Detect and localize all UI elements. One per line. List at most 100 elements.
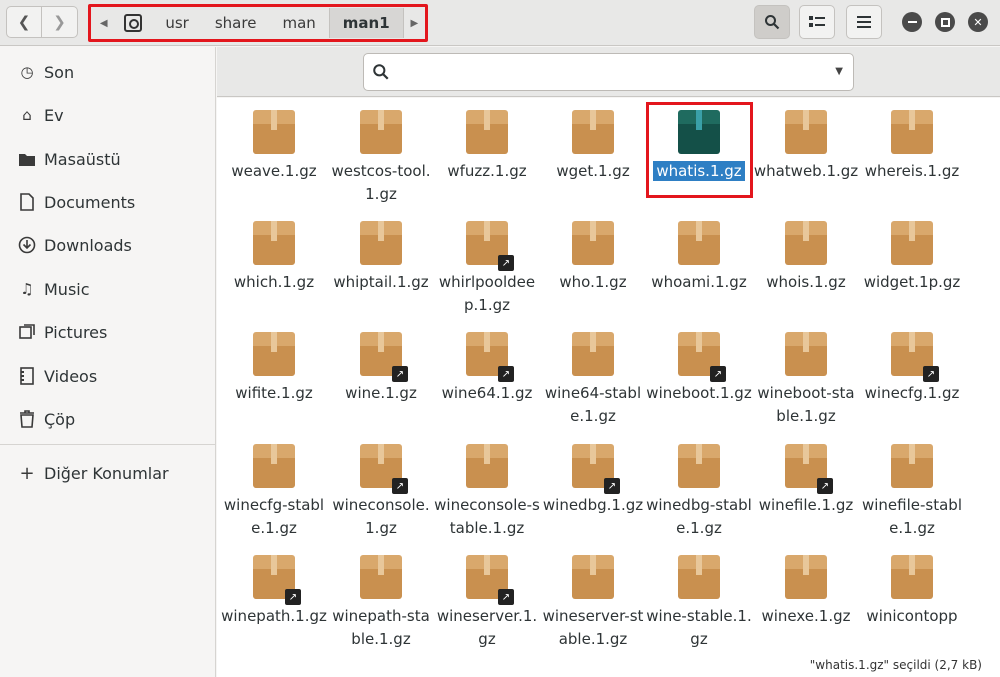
maximize-button[interactable] [935, 12, 955, 32]
file-name: who.1.gz [559, 273, 627, 291]
file-item[interactable]: ↗ winefile.1.gz [753, 432, 859, 517]
sidebar-item-label: Masaüstü [44, 149, 121, 169]
sidebar-item-pictures[interactable]: Pictures [0, 312, 216, 352]
breadcrumb: ◀ usr share man man1 ▶ [88, 4, 428, 42]
path-scroll-left-button[interactable]: ◀ [93, 8, 114, 38]
package-archive-icon: ↗ [253, 555, 301, 605]
file-name: wine64.1.gz [441, 384, 533, 402]
file-item[interactable]: whatweb.1.gz [753, 98, 859, 183]
file-item[interactable]: ↗ winepath.1.gz [221, 543, 327, 628]
sidebar-item-downloads[interactable]: Downloads [0, 225, 216, 265]
path-root-button[interactable] [114, 8, 152, 38]
symlink-arrow-icon: ↗ [285, 589, 301, 605]
symlink-arrow-icon: ↗ [498, 589, 514, 605]
path-crumb-share[interactable]: share [202, 8, 270, 38]
file-item[interactable]: whereis.1.gz [859, 98, 965, 183]
back-button[interactable]: ❮ [6, 6, 42, 38]
file-item[interactable]: wineconsole-stable.1.gz [434, 432, 540, 540]
package-archive-icon: ↗ [466, 555, 514, 605]
file-item[interactable]: ↗ wine.1.gz [328, 320, 434, 405]
package-archive-icon [678, 444, 720, 488]
sidebar-item-videos[interactable]: Videos [0, 356, 216, 396]
file-item[interactable]: ↗ wine64.1.gz [434, 320, 540, 405]
sidebar-item-recent[interactable]: ◷ Son [0, 52, 216, 92]
path-crumb-man1[interactable]: man1 [328, 8, 404, 38]
file-item[interactable]: winecfg-stable.1.gz [221, 432, 327, 540]
file-item[interactable]: whatis.1.gz [646, 98, 752, 183]
file-item[interactable]: winepath-stable.1.gz [328, 543, 434, 651]
file-name: wfuzz.1.gz [447, 162, 527, 180]
file-item[interactable]: wineboot-stable.1.gz [753, 320, 859, 428]
path-crumb-usr[interactable]: usr [152, 8, 202, 38]
file-item[interactable]: wine-stable.1.gz [646, 543, 752, 651]
sidebar-item-label: Music [44, 279, 90, 299]
symlink-arrow-icon: ↗ [392, 366, 408, 382]
package-archive-icon [572, 555, 614, 599]
file-item[interactable]: ↗ wineboot.1.gz [646, 320, 752, 405]
file-item[interactable]: which.1.gz [221, 209, 327, 294]
file-name: wineserver.1.gz [436, 607, 538, 648]
file-item[interactable]: westcos-tool.1.gz [328, 98, 434, 206]
home-icon: ⌂ [22, 106, 32, 124]
pictures-icon [17, 322, 37, 342]
forward-button[interactable]: ❯ [42, 6, 78, 38]
package-archive-icon [785, 555, 827, 599]
file-item[interactable]: whiptail.1.gz [328, 209, 434, 294]
sidebar-item-desktop[interactable]: Masaüstü [0, 139, 216, 179]
file-item[interactable]: widget.1p.gz [859, 209, 965, 294]
file-name: whereis.1.gz [864, 162, 960, 180]
file-name: winecfg-stable.1.gz [223, 496, 325, 537]
file-item[interactable]: wifite.1.gz [221, 320, 327, 405]
header-bar: ❮ ❯ ◀ usr share man man1 ▶ ✕ [0, 0, 1000, 46]
document-icon [17, 192, 37, 212]
file-name: wineserver-stable.1.gz [542, 607, 644, 648]
file-name: which.1.gz [233, 273, 315, 291]
sidebar-item-documents[interactable]: Documents [0, 182, 216, 222]
file-item[interactable]: winicontopp [859, 543, 965, 628]
file-item[interactable]: winefile-stable.1.gz [859, 432, 965, 540]
minimize-button[interactable] [902, 12, 922, 32]
path-scroll-right-button[interactable]: ▶ [404, 8, 425, 38]
sidebar: ◷ Son ⌂ Ev Masaüstü Documents Downloads … [0, 47, 216, 677]
file-name: wifite.1.gz [235, 384, 313, 402]
file-item[interactable]: wfuzz.1.gz [434, 98, 540, 183]
file-item[interactable]: wine64-stable.1.gz [540, 320, 646, 428]
sidebar-item-home[interactable]: ⌂ Ev [0, 95, 216, 135]
file-item[interactable]: ↗ wineserver.1.gz [434, 543, 540, 651]
sidebar-item-music[interactable]: ♫ Music [0, 269, 216, 309]
chevron-right-icon: ❯ [53, 13, 66, 31]
file-item[interactable]: ↗ winecfg.1.gz [859, 320, 965, 405]
sidebar-item-label: Diğer Konumlar [44, 463, 169, 483]
file-item[interactable]: ↗ wineconsole.1.gz [328, 432, 434, 540]
package-archive-icon [891, 221, 933, 265]
file-item[interactable]: winedbg-stable.1.gz [646, 432, 752, 540]
file-item[interactable]: wineserver-stable.1.gz [540, 543, 646, 651]
file-item[interactable]: winexe.1.gz [753, 543, 859, 628]
package-archive-icon: ↗ [891, 332, 939, 382]
path-crumb-man[interactable]: man [269, 8, 328, 38]
file-item[interactable]: ↗ whirlpooldeep.1.gz [434, 209, 540, 317]
file-item[interactable]: whoami.1.gz [646, 209, 752, 294]
search-options-dropdown-icon[interactable]: ▼ [835, 66, 843, 77]
search-toggle-button[interactable] [754, 5, 790, 39]
symlink-arrow-icon: ↗ [604, 478, 620, 494]
file-item[interactable]: whois.1.gz [753, 209, 859, 294]
package-archive-icon [253, 110, 295, 154]
file-name: wineconsole.1.gz [332, 496, 430, 537]
package-archive-icon: ↗ [572, 444, 620, 494]
file-name: whois.1.gz [766, 273, 846, 291]
package-archive-icon: ↗ [466, 221, 514, 271]
sidebar-item-trash[interactable]: Çöp [0, 399, 216, 439]
menu-button[interactable] [846, 5, 882, 39]
package-archive-icon [572, 221, 614, 265]
sidebar-item-other-locations[interactable]: + Diğer Konumlar [0, 453, 216, 493]
file-item[interactable]: wget.1.gz [540, 98, 646, 183]
file-item[interactable]: ↗ winedbg.1.gz [540, 432, 646, 517]
view-mode-button[interactable] [799, 5, 835, 39]
file-item[interactable]: who.1.gz [540, 209, 646, 294]
search-input[interactable]: ▼ [363, 53, 854, 91]
package-archive-icon [785, 110, 827, 154]
file-item[interactable]: weave.1.gz [221, 98, 327, 183]
close-button[interactable]: ✕ [968, 12, 988, 32]
hamburger-menu-icon [857, 16, 871, 28]
